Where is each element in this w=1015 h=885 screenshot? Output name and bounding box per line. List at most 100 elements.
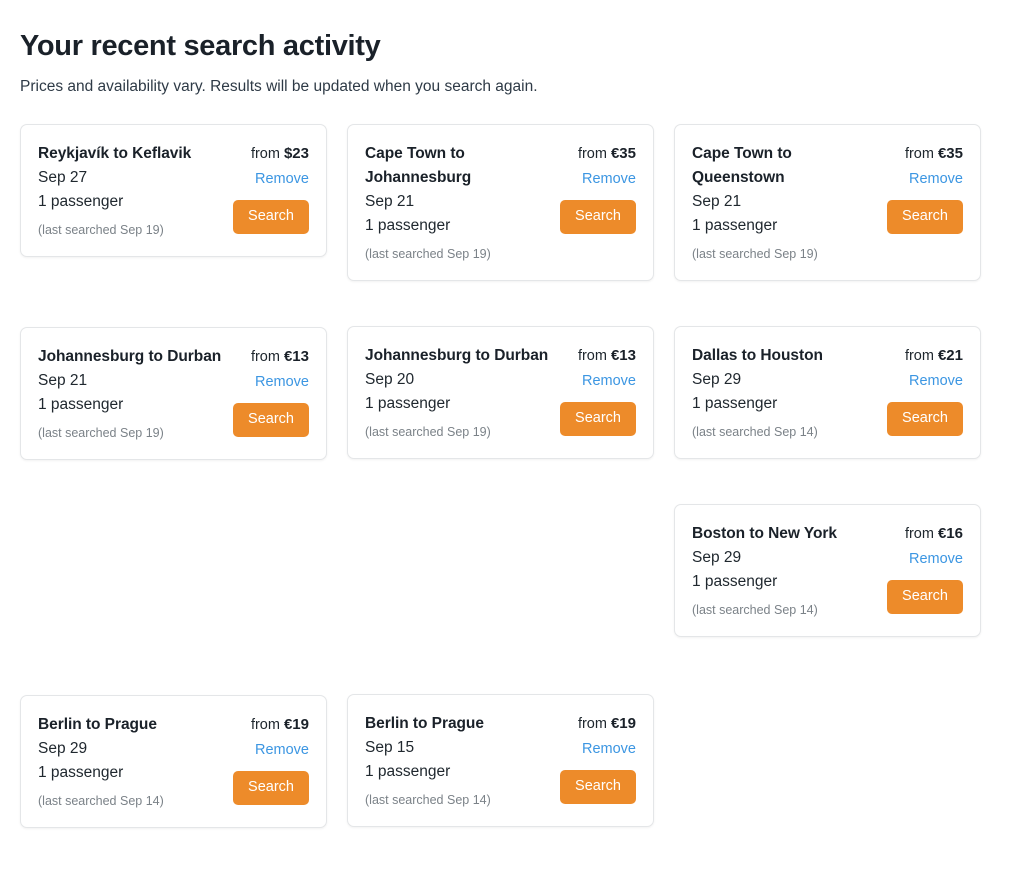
card-details: Johannesburg to Durban Sep 20 1 passenge…: [365, 344, 560, 442]
remove-link[interactable]: Remove: [255, 168, 309, 191]
card-actions: from €13 Remove Search: [560, 344, 636, 436]
recent-searches-column-3: Cape Town to Queenstown Sep 21 1 passeng…: [674, 124, 981, 638]
price-row: from €16: [905, 522, 963, 547]
recent-search-card[interactable]: Johannesburg to Durban Sep 20 1 passenge…: [347, 326, 654, 460]
card-details: Reykjavík to Keflavik Sep 27 1 passenger…: [38, 142, 233, 240]
search-button[interactable]: Search: [560, 200, 636, 234]
card-actions: from €35 Remove Search: [560, 142, 636, 234]
last-searched-label: (last searched Sep 19): [692, 247, 818, 262]
passenger-count: 1 passenger: [365, 395, 451, 413]
price-row: from €19: [251, 713, 309, 738]
last-searched-label: (last searched Sep 14): [365, 793, 491, 808]
recent-search-card[interactable]: Johannesburg to Durban Sep 21 1 passenge…: [20, 327, 327, 461]
card-body: Boston to New York Sep 29 1 passenger (l…: [692, 522, 963, 620]
price-amount: €13: [283, 348, 309, 366]
passenger-count: 1 passenger: [692, 395, 778, 413]
card-actions: from €13 Remove Search: [233, 345, 309, 437]
price-row: from €35: [578, 142, 636, 167]
remove-link[interactable]: Remove: [909, 548, 963, 571]
search-button[interactable]: Search: [560, 770, 636, 804]
route-title: Reykjavík to Keflavik: [38, 145, 192, 163]
remove-link[interactable]: Remove: [582, 168, 636, 191]
passenger-count: 1 passenger: [692, 573, 778, 591]
remove-link[interactable]: Remove: [582, 370, 636, 393]
recent-search-activity-page: Your recent search activity Prices and a…: [0, 0, 1015, 829]
remove-link[interactable]: Remove: [255, 371, 309, 394]
search-button[interactable]: Search: [233, 771, 309, 805]
page-title: Your recent search activity: [20, 30, 381, 62]
price-amount: €16: [937, 525, 963, 543]
last-searched-label: (last searched Sep 19): [38, 223, 164, 238]
passenger-count: 1 passenger: [365, 217, 451, 235]
price-from-label: from: [250, 717, 280, 734]
card-body: Berlin to Prague Sep 15 1 passenger (las…: [365, 712, 636, 810]
card-body: Dallas to Houston Sep 29 1 passenger (la…: [692, 344, 963, 442]
remove-link[interactable]: Remove: [255, 739, 309, 762]
recent-search-card[interactable]: Berlin to Prague Sep 29 1 passenger (las…: [20, 695, 327, 829]
price-from-label: from: [577, 716, 607, 733]
recent-search-card[interactable]: Cape Town to Queenstown Sep 21 1 passeng…: [674, 124, 981, 282]
search-button[interactable]: Search: [560, 402, 636, 436]
last-searched-label: (last searched Sep 19): [365, 425, 491, 440]
recent-search-card[interactable]: Berlin to Prague Sep 15 1 passenger (las…: [347, 694, 654, 828]
price-amount: €19: [610, 715, 636, 733]
route-title: Dallas to Houston: [692, 347, 823, 365]
price-amount: €35: [610, 145, 636, 163]
card-actions: from €21 Remove Search: [887, 344, 963, 436]
card-actions: from €16 Remove Search: [887, 522, 963, 614]
search-button[interactable]: Search: [233, 403, 309, 437]
search-button[interactable]: Search: [887, 580, 963, 614]
card-details: Boston to New York Sep 29 1 passenger (l…: [692, 522, 887, 620]
last-searched-label: (last searched Sep 19): [365, 247, 491, 262]
column-spacer: [674, 459, 981, 504]
remove-link[interactable]: Remove: [909, 370, 963, 393]
price-amount: $23: [283, 145, 309, 163]
passenger-count: 1 passenger: [38, 193, 124, 211]
travel-date: Sep 29: [38, 740, 88, 758]
last-searched-label: (last searched Sep 14): [38, 794, 164, 809]
recent-search-card[interactable]: Dallas to Houston Sep 29 1 passenger (la…: [674, 326, 981, 460]
travel-date: Sep 20: [365, 371, 415, 389]
card-actions: from $23 Remove Search: [233, 142, 309, 234]
card-body: Cape Town to Queenstown Sep 21 1 passeng…: [692, 142, 963, 264]
route-title: Berlin to Prague: [38, 716, 157, 734]
card-actions: from €35 Remove Search: [887, 142, 963, 234]
remove-link[interactable]: Remove: [909, 168, 963, 191]
column-spacer: [347, 459, 654, 694]
route-title: Boston to New York: [692, 525, 837, 543]
recent-search-card[interactable]: Reykjavík to Keflavik Sep 27 1 passenger…: [20, 124, 327, 258]
route-title: Johannesburg to Durban: [38, 348, 222, 366]
card-details: Cape Town to Johannesburg Sep 21 1 passe…: [365, 142, 560, 264]
recent-search-card[interactable]: Boston to New York Sep 29 1 passenger (l…: [674, 504, 981, 638]
travel-date: Sep 29: [692, 549, 742, 567]
passenger-count: 1 passenger: [38, 396, 124, 414]
recent-searches-column-2: Cape Town to Johannesburg Sep 21 1 passe…: [347, 124, 654, 828]
last-searched-label: (last searched Sep 14): [692, 603, 818, 618]
search-button[interactable]: Search: [887, 200, 963, 234]
travel-date: Sep 27: [38, 169, 88, 187]
card-body: Reykjavík to Keflavik Sep 27 1 passenger…: [38, 142, 309, 240]
card-details: Johannesburg to Durban Sep 21 1 passenge…: [38, 345, 233, 443]
search-button[interactable]: Search: [233, 200, 309, 234]
card-details: Berlin to Prague Sep 29 1 passenger (las…: [38, 713, 233, 811]
price-amount: €19: [283, 716, 309, 734]
passenger-count: 1 passenger: [38, 764, 124, 782]
passenger-count: 1 passenger: [365, 763, 451, 781]
passenger-count: 1 passenger: [692, 217, 778, 235]
search-button[interactable]: Search: [887, 402, 963, 436]
recent-search-card[interactable]: Cape Town to Johannesburg Sep 21 1 passe…: [347, 124, 654, 282]
price-from-label: from: [250, 349, 280, 366]
price-row: from €35: [905, 142, 963, 167]
travel-date: Sep 21: [692, 193, 742, 211]
recent-searches-grid: Reykjavík to Keflavik Sep 27 1 passenger…: [20, 124, 995, 829]
travel-date: Sep 21: [38, 372, 88, 390]
price-row: from €21: [905, 344, 963, 369]
last-searched-label: (last searched Sep 14): [692, 425, 818, 440]
card-body: Berlin to Prague Sep 29 1 passenger (las…: [38, 713, 309, 811]
price-row: from €19: [578, 712, 636, 737]
route-title: Johannesburg to Durban: [365, 347, 549, 365]
remove-link[interactable]: Remove: [582, 738, 636, 761]
price-from-label: from: [577, 348, 607, 365]
card-body: Cape Town to Johannesburg Sep 21 1 passe…: [365, 142, 636, 264]
column-spacer: [674, 281, 981, 326]
